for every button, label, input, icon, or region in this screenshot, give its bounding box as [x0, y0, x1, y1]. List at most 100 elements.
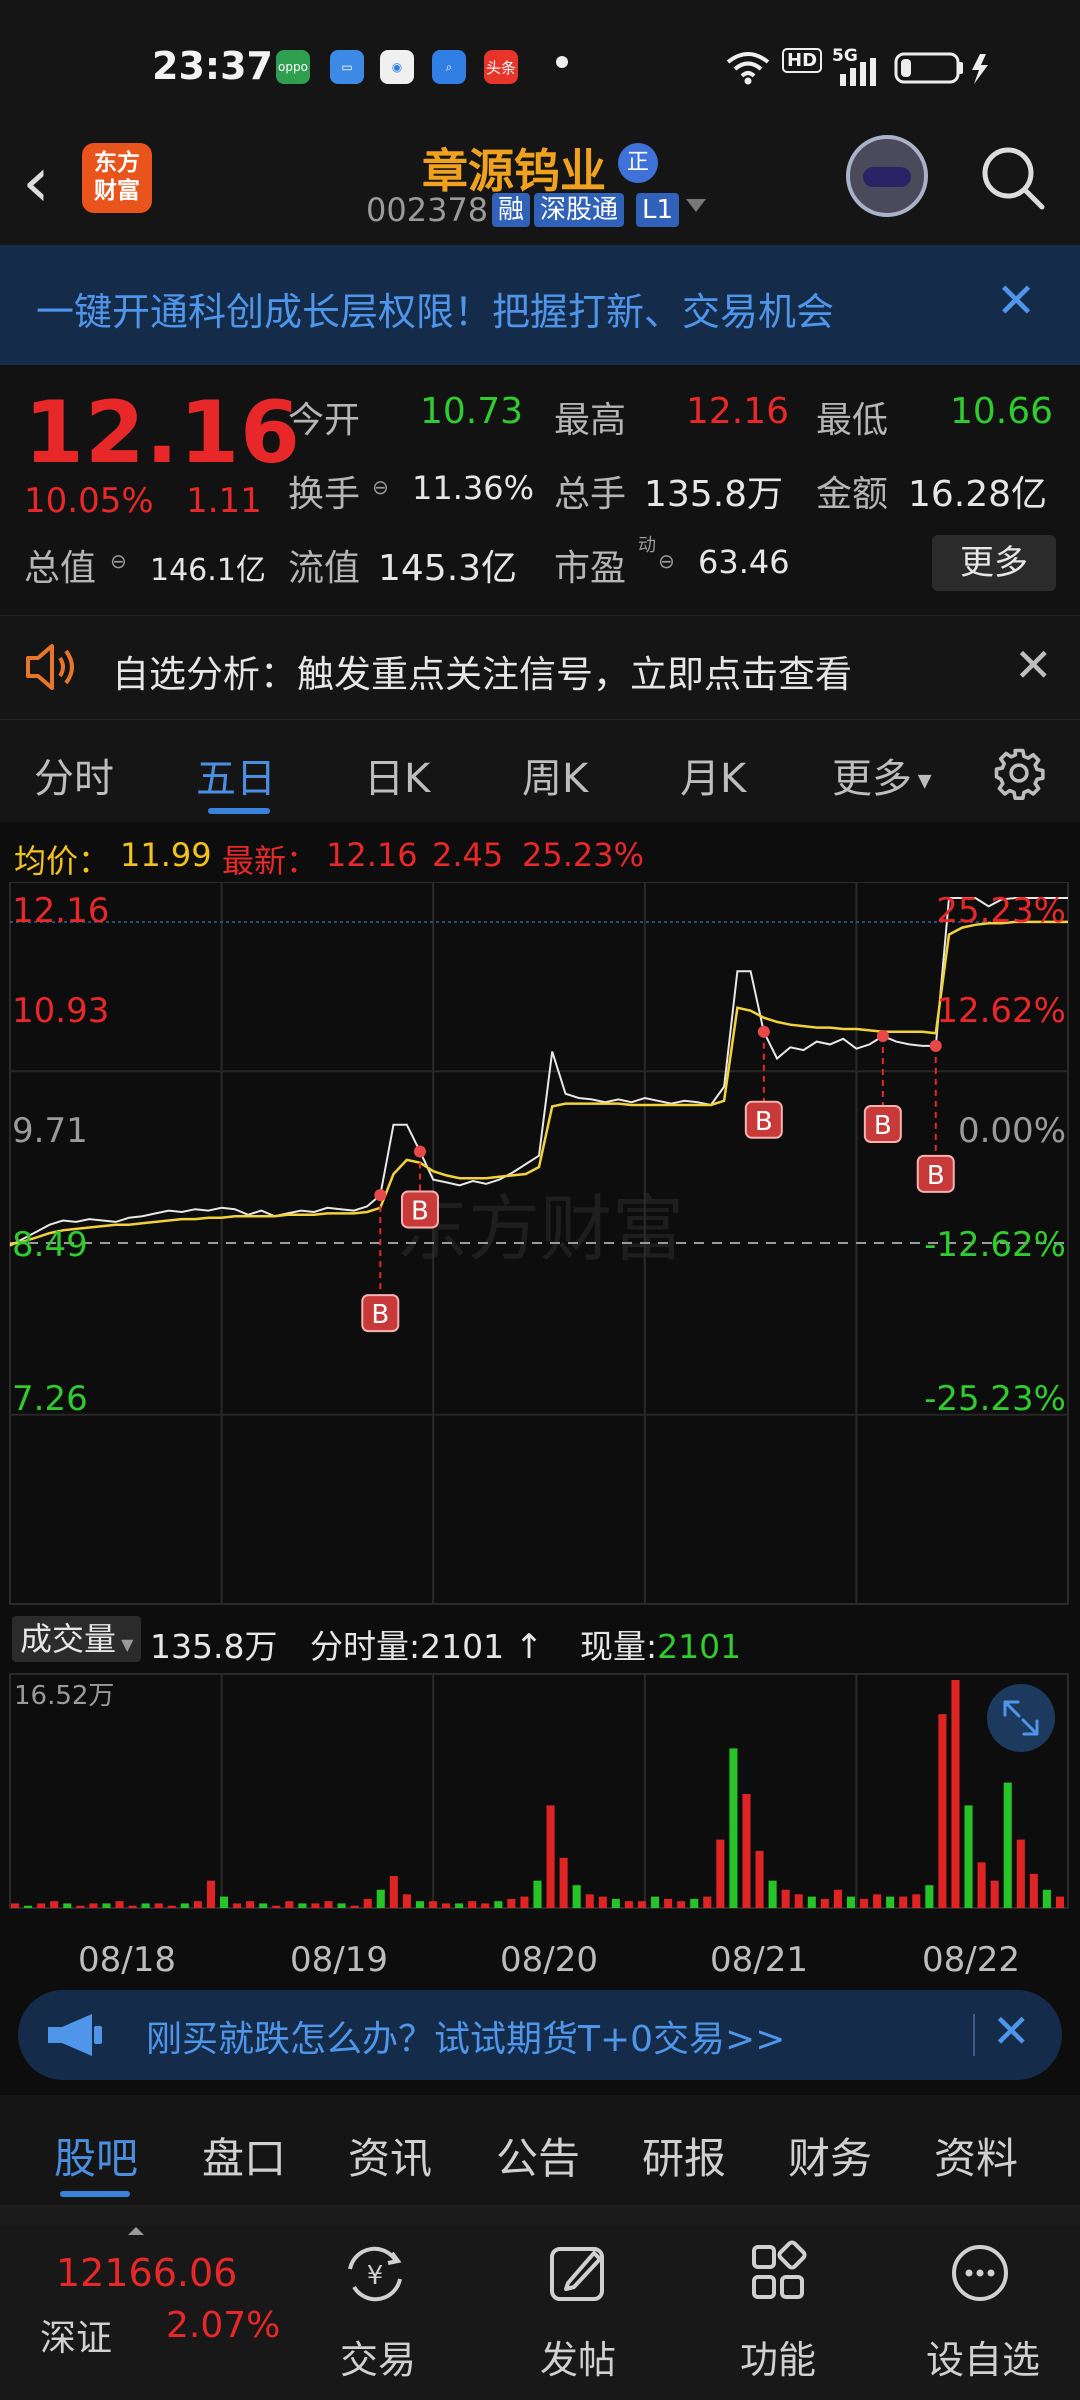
volume-bar	[507, 1898, 516, 1908]
functions-grid-icon[interactable]	[732, 2239, 822, 2309]
volume-bar	[520, 1896, 529, 1908]
search-icon[interactable]	[980, 145, 1046, 211]
buy-marker-dot	[374, 1189, 387, 1202]
zheng-badge: 正	[618, 143, 658, 183]
volume-bar	[233, 1903, 242, 1908]
volume-bar	[259, 1903, 268, 1908]
buy-marker-label[interactable]: B	[371, 1300, 389, 1330]
back-chevron-icon[interactable]: ‹	[22, 147, 50, 217]
tab-more[interactable]: 更多 ▼	[832, 746, 932, 804]
tab-research[interactable]: 研报	[642, 2125, 726, 2186]
volume-bar	[585, 1894, 594, 1908]
y-tick-left: 12.16	[12, 891, 109, 931]
volume-chart[interactable]: 16.52万	[0, 1668, 1080, 1940]
margin-tag: 融	[492, 193, 531, 227]
volume-bar	[846, 1896, 856, 1908]
volume-bar	[167, 1905, 176, 1908]
tab-orderbook[interactable]: 盘口	[202, 2125, 286, 2186]
megaphone-icon	[48, 2014, 102, 2056]
volume-bar	[389, 1876, 398, 1908]
expand-icon[interactable]	[987, 1684, 1055, 1752]
info-icon[interactable]: ⊖	[658, 549, 675, 573]
functions-label[interactable]: 功能	[740, 2329, 816, 2384]
volume-label: 总手	[554, 474, 627, 515]
y-tick-left: 8.49	[12, 1225, 88, 1265]
volume-bar	[11, 1903, 20, 1908]
amount-value: 16.28亿	[908, 474, 1048, 515]
close-icon[interactable]: ✕	[1014, 638, 1053, 692]
chart-tabs: 分时 五日 日K 周K 月K 更多 ▼	[0, 720, 1080, 822]
post-label[interactable]: 发帖	[540, 2329, 616, 2384]
volume-bar	[533, 1880, 542, 1908]
volume-bar	[428, 1901, 438, 1908]
index-name[interactable]: 深证	[40, 2309, 112, 2361]
volume-bar	[624, 1901, 633, 1908]
y-tick-right: -25.23%	[924, 1379, 1066, 1419]
volume-bar	[494, 1901, 503, 1908]
total-volume: 135.8万	[150, 1627, 278, 1666]
tab-announcements[interactable]: 公告	[496, 2125, 580, 2186]
tab-news[interactable]: 资讯	[348, 2125, 432, 2186]
info-icon[interactable]: ⊖	[372, 475, 389, 499]
analysis-banner[interactable]: 自选分析：触发重点关注信号，立即点击查看 ✕	[0, 615, 1080, 720]
buy-marker-label[interactable]: B	[927, 1161, 945, 1191]
volume-bar	[664, 1898, 673, 1908]
futures-banner-text[interactable]: 刚买就跌怎么办？试试期货T+0交易>>	[146, 2010, 785, 2062]
promo-banner[interactable]: 一键开通科创成长层权限！把握打新、交易机会 ✕	[0, 245, 1080, 365]
buy-marker-label[interactable]: B	[755, 1107, 773, 1137]
y-tick-left: 10.93	[12, 991, 109, 1031]
y-tick-left: 9.71	[12, 1111, 88, 1151]
buy-marker-label[interactable]: B	[411, 1196, 429, 1226]
wifi-icon	[726, 52, 770, 85]
more-button[interactable]: 更多	[932, 535, 1056, 591]
add-watchlist-icon[interactable]	[935, 2239, 1025, 2309]
tab-five-day[interactable]: 五日	[196, 746, 276, 804]
volume-toolbar: 成交量 ▼ 135.8万 分时量:2101 ↑ 现量:2101	[0, 1610, 1080, 1668]
volume-bar	[729, 1748, 738, 1908]
trade-label[interactable]: 交易	[340, 2329, 416, 2384]
volume-bar	[860, 1898, 869, 1908]
assistant-robot-icon[interactable]	[846, 135, 928, 217]
trade-icon[interactable]: ¥	[330, 2239, 420, 2309]
volume-bar	[925, 1885, 934, 1908]
close-icon[interactable]: ✕	[992, 2004, 1031, 2058]
tab-daily-k[interactable]: 日K	[364, 746, 430, 804]
volume-bar	[415, 1901, 424, 1908]
expand-up-icon[interactable]	[128, 2227, 144, 2235]
promo-banner-text[interactable]: 一键开通科创成长层权限！把握打新、交易机会	[36, 281, 834, 336]
volume-bar	[637, 1901, 647, 1908]
buy-marker-label[interactable]: B	[874, 1111, 892, 1141]
date-label: 08/21	[710, 1940, 808, 1980]
analysis-banner-text[interactable]: 自选分析：触发重点关注信号，立即点击查看	[112, 644, 852, 698]
futures-banner[interactable]: 刚买就跌怎么办？试试期货T+0交易>> ✕	[18, 1990, 1062, 2080]
hd-icon: HD	[782, 48, 823, 73]
level-dropdown-icon[interactable]	[686, 199, 706, 212]
float-label: 流值	[288, 548, 361, 589]
tab-weekly-k[interactable]: 周K	[522, 746, 588, 804]
level-tag[interactable]: L1	[636, 193, 680, 227]
index-value[interactable]: 12166.06	[56, 2251, 237, 2295]
info-icon[interactable]: ⊖	[110, 549, 127, 573]
volume-bar	[24, 1905, 33, 1908]
close-icon[interactable]: ✕	[996, 273, 1036, 329]
add-watchlist-label[interactable]: 设自选	[926, 2329, 1040, 2384]
post-edit-icon[interactable]	[532, 2239, 622, 2309]
tab-forum[interactable]: 股吧	[54, 2125, 138, 2186]
active-tab-indicator	[60, 2191, 130, 2197]
tab-financials[interactable]: 财务	[788, 2125, 872, 2186]
volume-bar	[873, 1894, 882, 1908]
settings-gear-icon[interactable]	[992, 746, 1046, 800]
volume-selector[interactable]: 成交量 ▼	[12, 1616, 142, 1662]
five-day-price-chart[interactable]: 东方财富 B B B B B 12.16 10.93 9.71 8.49 7.26 25.23% 1…	[0, 882, 1080, 1610]
tab-monthly-k[interactable]: 月K	[680, 746, 746, 804]
volume-bar	[833, 1889, 842, 1908]
volume-bar	[938, 1714, 947, 1908]
volume-bar	[468, 1901, 477, 1908]
tab-intraday[interactable]: 分时	[34, 746, 114, 804]
watermark-text: 东方财富	[396, 1187, 684, 1271]
index-percent[interactable]: 2.07%	[166, 2305, 280, 2346]
current-volume-value: 2101	[657, 1627, 742, 1666]
tab-profile[interactable]: 资料	[934, 2125, 1018, 2186]
minute-volume: 分时量:2101 ↑	[310, 1620, 543, 1668]
files-icon: ▭	[330, 50, 364, 84]
